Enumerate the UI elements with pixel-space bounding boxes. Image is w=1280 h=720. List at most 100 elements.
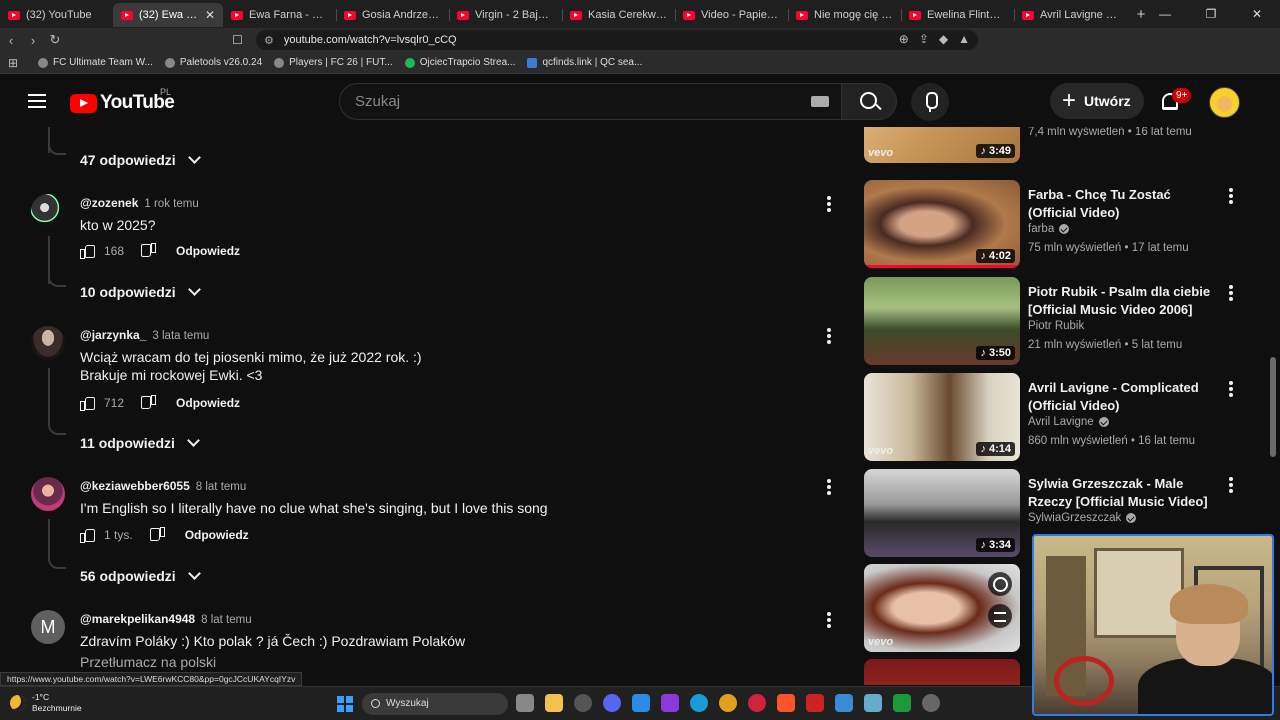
page-scrollbar[interactable] [1270, 357, 1276, 457]
more-options-icon[interactable] [1229, 188, 1233, 204]
close-window-icon[interactable]: ✕ [1234, 0, 1280, 28]
reply-button[interactable]: Odpowiedz [176, 244, 240, 258]
app-icon[interactable] [661, 694, 679, 712]
brave-shield-icon[interactable]: ◆ [939, 32, 948, 46]
browser-tab[interactable]: (32) YouTube [0, 3, 113, 27]
browser-tab[interactable]: Video - Papieros [Offic [675, 3, 788, 27]
comment-author[interactable]: @marekpelikan4948 [80, 612, 195, 626]
browser-tab[interactable]: Nie mogę cię zapomn [788, 3, 901, 27]
comment-time[interactable]: 8 lat temu [196, 481, 247, 493]
watch-later-icon[interactable] [988, 572, 1012, 596]
avatar[interactable]: M [31, 610, 65, 644]
youtube-logo[interactable]: YouTube PL [70, 87, 175, 114]
dislike-icon[interactable] [142, 396, 156, 410]
avatar[interactable] [31, 194, 65, 228]
settings-icon[interactable] [922, 694, 940, 712]
browser-tab-active[interactable]: (32) Ewa Farna✕ [113, 3, 223, 27]
xbox-icon[interactable] [893, 694, 911, 712]
recommended-video[interactable]: ♪ 4:02 Farba - Chcę Tu Zostać (Official … [864, 180, 1244, 270]
voice-search-icon[interactable] [911, 83, 949, 121]
file-explorer-icon[interactable] [545, 694, 563, 712]
discord-icon[interactable] [603, 694, 621, 712]
minimize-icon[interactable]: — [1142, 0, 1188, 28]
maximize-icon[interactable]: ❐ [1188, 0, 1234, 28]
windows-start-icon[interactable] [337, 696, 353, 712]
bookmark-item[interactable]: Paletools v26.0.24 [164, 57, 262, 68]
browser-tab[interactable]: Gosia Andrzejewicz - P [336, 3, 449, 27]
video-thumbnail[interactable] [864, 659, 1020, 685]
bookmark-item[interactable]: qcfinds.link | QC sea... [527, 57, 642, 68]
comment-author[interactable]: @jarzynka_ [80, 328, 146, 342]
opera-icon[interactable] [748, 694, 766, 712]
browser-tab[interactable]: Ewa Farna - Ewakuacja [223, 3, 336, 27]
video-channel[interactable]: Avril Lavigne [1028, 416, 1109, 428]
like-icon[interactable] [80, 244, 95, 259]
dislike-icon[interactable] [142, 244, 156, 258]
site-info-icon[interactable]: ⚙ [264, 34, 274, 47]
replies-toggle[interactable]: 56 odpowiedzi [80, 567, 201, 584]
bookmark-item[interactable]: Players | FC 26 | FUT... [274, 57, 393, 68]
video-channel[interactable]: farba [1028, 223, 1070, 235]
recommended-video[interactable]: vevo ♪ 3:49 7,4 mln wyświetleń • 16 lat … [864, 127, 1244, 165]
app-icon[interactable] [864, 694, 882, 712]
apps-grid-icon[interactable]: ⊞ [0, 56, 26, 70]
reply-button[interactable]: Odpowiedz [176, 396, 240, 410]
browser-tab[interactable]: Avril Lavigne - Compl [1014, 3, 1127, 27]
search-button[interactable] [841, 83, 897, 120]
taskbar-search[interactable]: Wyszukaj [362, 693, 508, 715]
comment-time[interactable]: 3 lata temu [152, 330, 209, 342]
avatar[interactable] [31, 477, 65, 511]
forward-icon[interactable]: › [22, 33, 44, 48]
zoom-icon[interactable]: ⊕ [899, 32, 909, 46]
chrome-icon[interactable] [719, 694, 737, 712]
more-options-icon[interactable] [827, 196, 831, 212]
video-title[interactable]: Piotr Rubik - Psalm dla ciebie [Official… [1028, 283, 1218, 319]
comment-author[interactable]: @keziawebber6055 [80, 479, 190, 493]
like-icon[interactable] [80, 528, 95, 543]
brave-icon[interactable] [777, 694, 795, 712]
comment-author[interactable]: @zozenek [80, 196, 138, 210]
video-channel[interactable]: Piotr Rubik [1028, 320, 1084, 332]
replies-toggle[interactable]: 47 odpowiedzi [80, 151, 201, 168]
dislike-icon[interactable] [151, 528, 165, 542]
video-thumbnail[interactable]: ♪ 3:50 [864, 277, 1020, 365]
url-field[interactable]: ⚙ youtube.com/watch?v=lvsqlr0_cCQ ⊕ ⇪ ◆ … [256, 30, 978, 50]
video-thumbnail[interactable]: ♪ 3:34 [864, 469, 1020, 557]
avatar[interactable] [31, 326, 65, 360]
video-thumbnail[interactable]: vevo [864, 564, 1020, 652]
add-to-queue-icon[interactable] [988, 604, 1012, 628]
more-options-icon[interactable] [1229, 477, 1233, 493]
more-options-icon[interactable] [1229, 285, 1233, 301]
more-options-icon[interactable] [1229, 381, 1233, 397]
more-options-icon[interactable] [827, 479, 831, 495]
video-thumbnail[interactable]: vevo ♪ 3:49 [864, 127, 1020, 163]
recommended-video[interactable]: vevo ♪ 4:14 Avril Lavigne - Complicated … [864, 373, 1244, 463]
bookmark-item[interactable]: FC Ultimate Team W... [38, 57, 153, 68]
video-thumbnail[interactable]: ♪ 4:02 [864, 180, 1020, 268]
rewards-icon[interactable]: ▲ [958, 32, 970, 46]
video-title[interactable]: Avril Lavigne - Complicated (Official Vi… [1028, 379, 1218, 415]
comment-time[interactable]: 1 rok temu [144, 198, 198, 210]
browser-tab[interactable]: Ewelina Flinta - Zaluje [901, 3, 1014, 27]
browser-tab[interactable]: Virgin - 2 Bajki - YouTu [449, 3, 562, 27]
reload-icon[interactable]: ↻ [44, 32, 66, 48]
hamburger-menu-icon[interactable] [28, 94, 46, 108]
create-button[interactable]: + Utwórz [1050, 83, 1144, 119]
comment-time[interactable]: 8 lat temu [201, 614, 252, 626]
app-icon[interactable] [835, 694, 853, 712]
close-tab-icon[interactable]: ✕ [205, 8, 215, 22]
bookmark-icon[interactable]: ☐ [232, 33, 246, 47]
share-icon[interactable]: ⇪ [919, 32, 929, 46]
video-thumbnail[interactable]: vevo ♪ 4:14 [864, 373, 1020, 461]
video-title[interactable]: Sylwia Grzeszczak - Male Rzeczy [Officia… [1028, 475, 1218, 511]
video-channel[interactable]: SylwiaGrzeszczak [1028, 512, 1137, 524]
video-title[interactable]: Farba - Chcę Tu Zostać (Official Video) [1028, 186, 1218, 222]
replies-toggle[interactable]: 10 odpowiedzi [80, 283, 201, 300]
browser-tab[interactable]: Kasia Cerekwicka - Na [562, 3, 675, 27]
app-icon[interactable] [574, 694, 592, 712]
more-options-icon[interactable] [827, 612, 831, 628]
like-icon[interactable] [80, 396, 95, 411]
more-options-icon[interactable] [827, 328, 831, 344]
bookmark-item[interactable]: OjciecTrapcio Strea... [404, 57, 515, 68]
recommended-video[interactable]: ♪ 3:50 Piotr Rubik - Psalm dla ciebie [O… [864, 277, 1244, 367]
